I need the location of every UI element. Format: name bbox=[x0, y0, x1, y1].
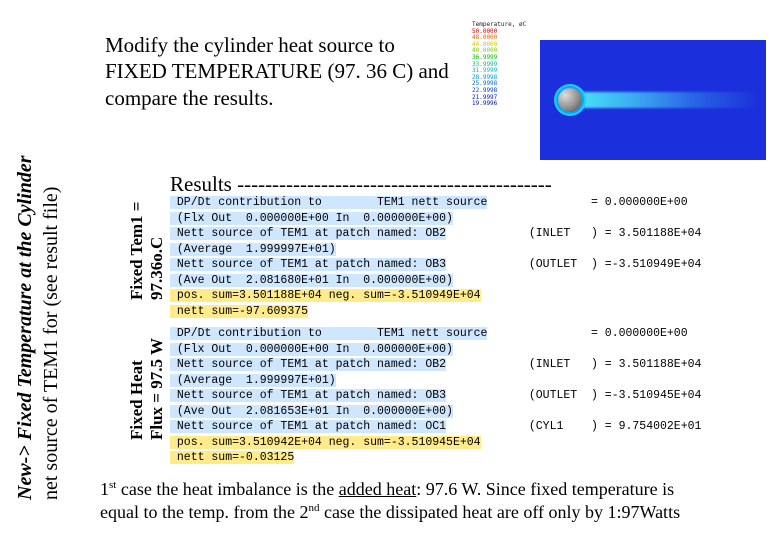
page-side-title-line2: net source of TEM1 for (see result file) bbox=[40, 10, 62, 500]
result-line: (Average 1.999997E+01) bbox=[170, 373, 770, 389]
chart-plume bbox=[570, 92, 760, 108]
footnote: 1st case the heat imbalance is the added… bbox=[100, 478, 770, 523]
chart-legend: Temperature, øC 50.0000 48.0000 44.0000 … bbox=[472, 22, 532, 108]
page-side-title-line1: New-> Fixed Temperature at the Cylinder bbox=[14, 10, 36, 500]
result-line: Nett source of TEM1 at patch named: OC1 … bbox=[170, 419, 770, 435]
block2-vlabel-line1: Fixed Heat bbox=[128, 300, 147, 440]
result-line: (Flx Out 0.000000E+00 In 0.000000E+00) bbox=[170, 211, 770, 227]
result-line: pos. sum=3.501188E+04 neg. sum=-3.510949… bbox=[170, 288, 770, 304]
chart-cylinder bbox=[558, 88, 582, 112]
result-line: (Average 1.999997E+01) bbox=[170, 242, 770, 258]
result-block-fixed-heat: DP/Dt contribution to TEM1 nett source =… bbox=[170, 326, 770, 466]
result-line: (Ave Out 2.081680E+01 In 0.000000E+00) bbox=[170, 273, 770, 289]
result-line: DP/Dt contribution to TEM1 nett source =… bbox=[170, 326, 770, 342]
result-line: DP/Dt contribution to TEM1 nett source =… bbox=[170, 195, 770, 211]
block1-vlabel-line2: 97.36o.C bbox=[148, 160, 167, 300]
legend-line: 19.9996 bbox=[472, 101, 532, 108]
result-line: pos. sum=3.510942E+04 neg. sum=-3.510945… bbox=[170, 435, 770, 451]
side-title-bold: New-> Fixed Temperature at the Cylinder bbox=[14, 155, 36, 500]
result-block-fixed-temp: DP/Dt contribution to TEM1 nett source =… bbox=[170, 195, 770, 319]
result-line: nett sum=-0.03125 bbox=[170, 450, 770, 466]
instruction-text: Modify the cylinder heat source to FIXED… bbox=[105, 32, 455, 111]
block1-vlabel-line1: Fixed Tem1 = bbox=[128, 160, 147, 300]
result-line: (Flx Out 0.000000E+00 In 0.000000E+00) bbox=[170, 342, 770, 358]
temperature-field-thumbnail: Temperature, øC 50.0000 48.0000 44.0000 … bbox=[470, 20, 770, 170]
result-line: Nett source of TEM1 at patch named: OB3 … bbox=[170, 257, 770, 273]
result-line: (Ave Out 2.081653E+01 In 0.000000E+00) bbox=[170, 404, 770, 420]
result-line: Nett source of TEM1 at patch named: OB3 … bbox=[170, 388, 770, 404]
block2-vlabel-line2: Flux = 97.5 W bbox=[148, 300, 167, 440]
result-line: nett sum=-97.609375 bbox=[170, 304, 770, 320]
result-line: Nett source of TEM1 at patch named: OB2 … bbox=[170, 226, 770, 242]
chart-field bbox=[540, 40, 766, 160]
results-header: Results --------------------------------… bbox=[170, 172, 552, 197]
result-line: Nett source of TEM1 at patch named: OB2 … bbox=[170, 357, 770, 373]
